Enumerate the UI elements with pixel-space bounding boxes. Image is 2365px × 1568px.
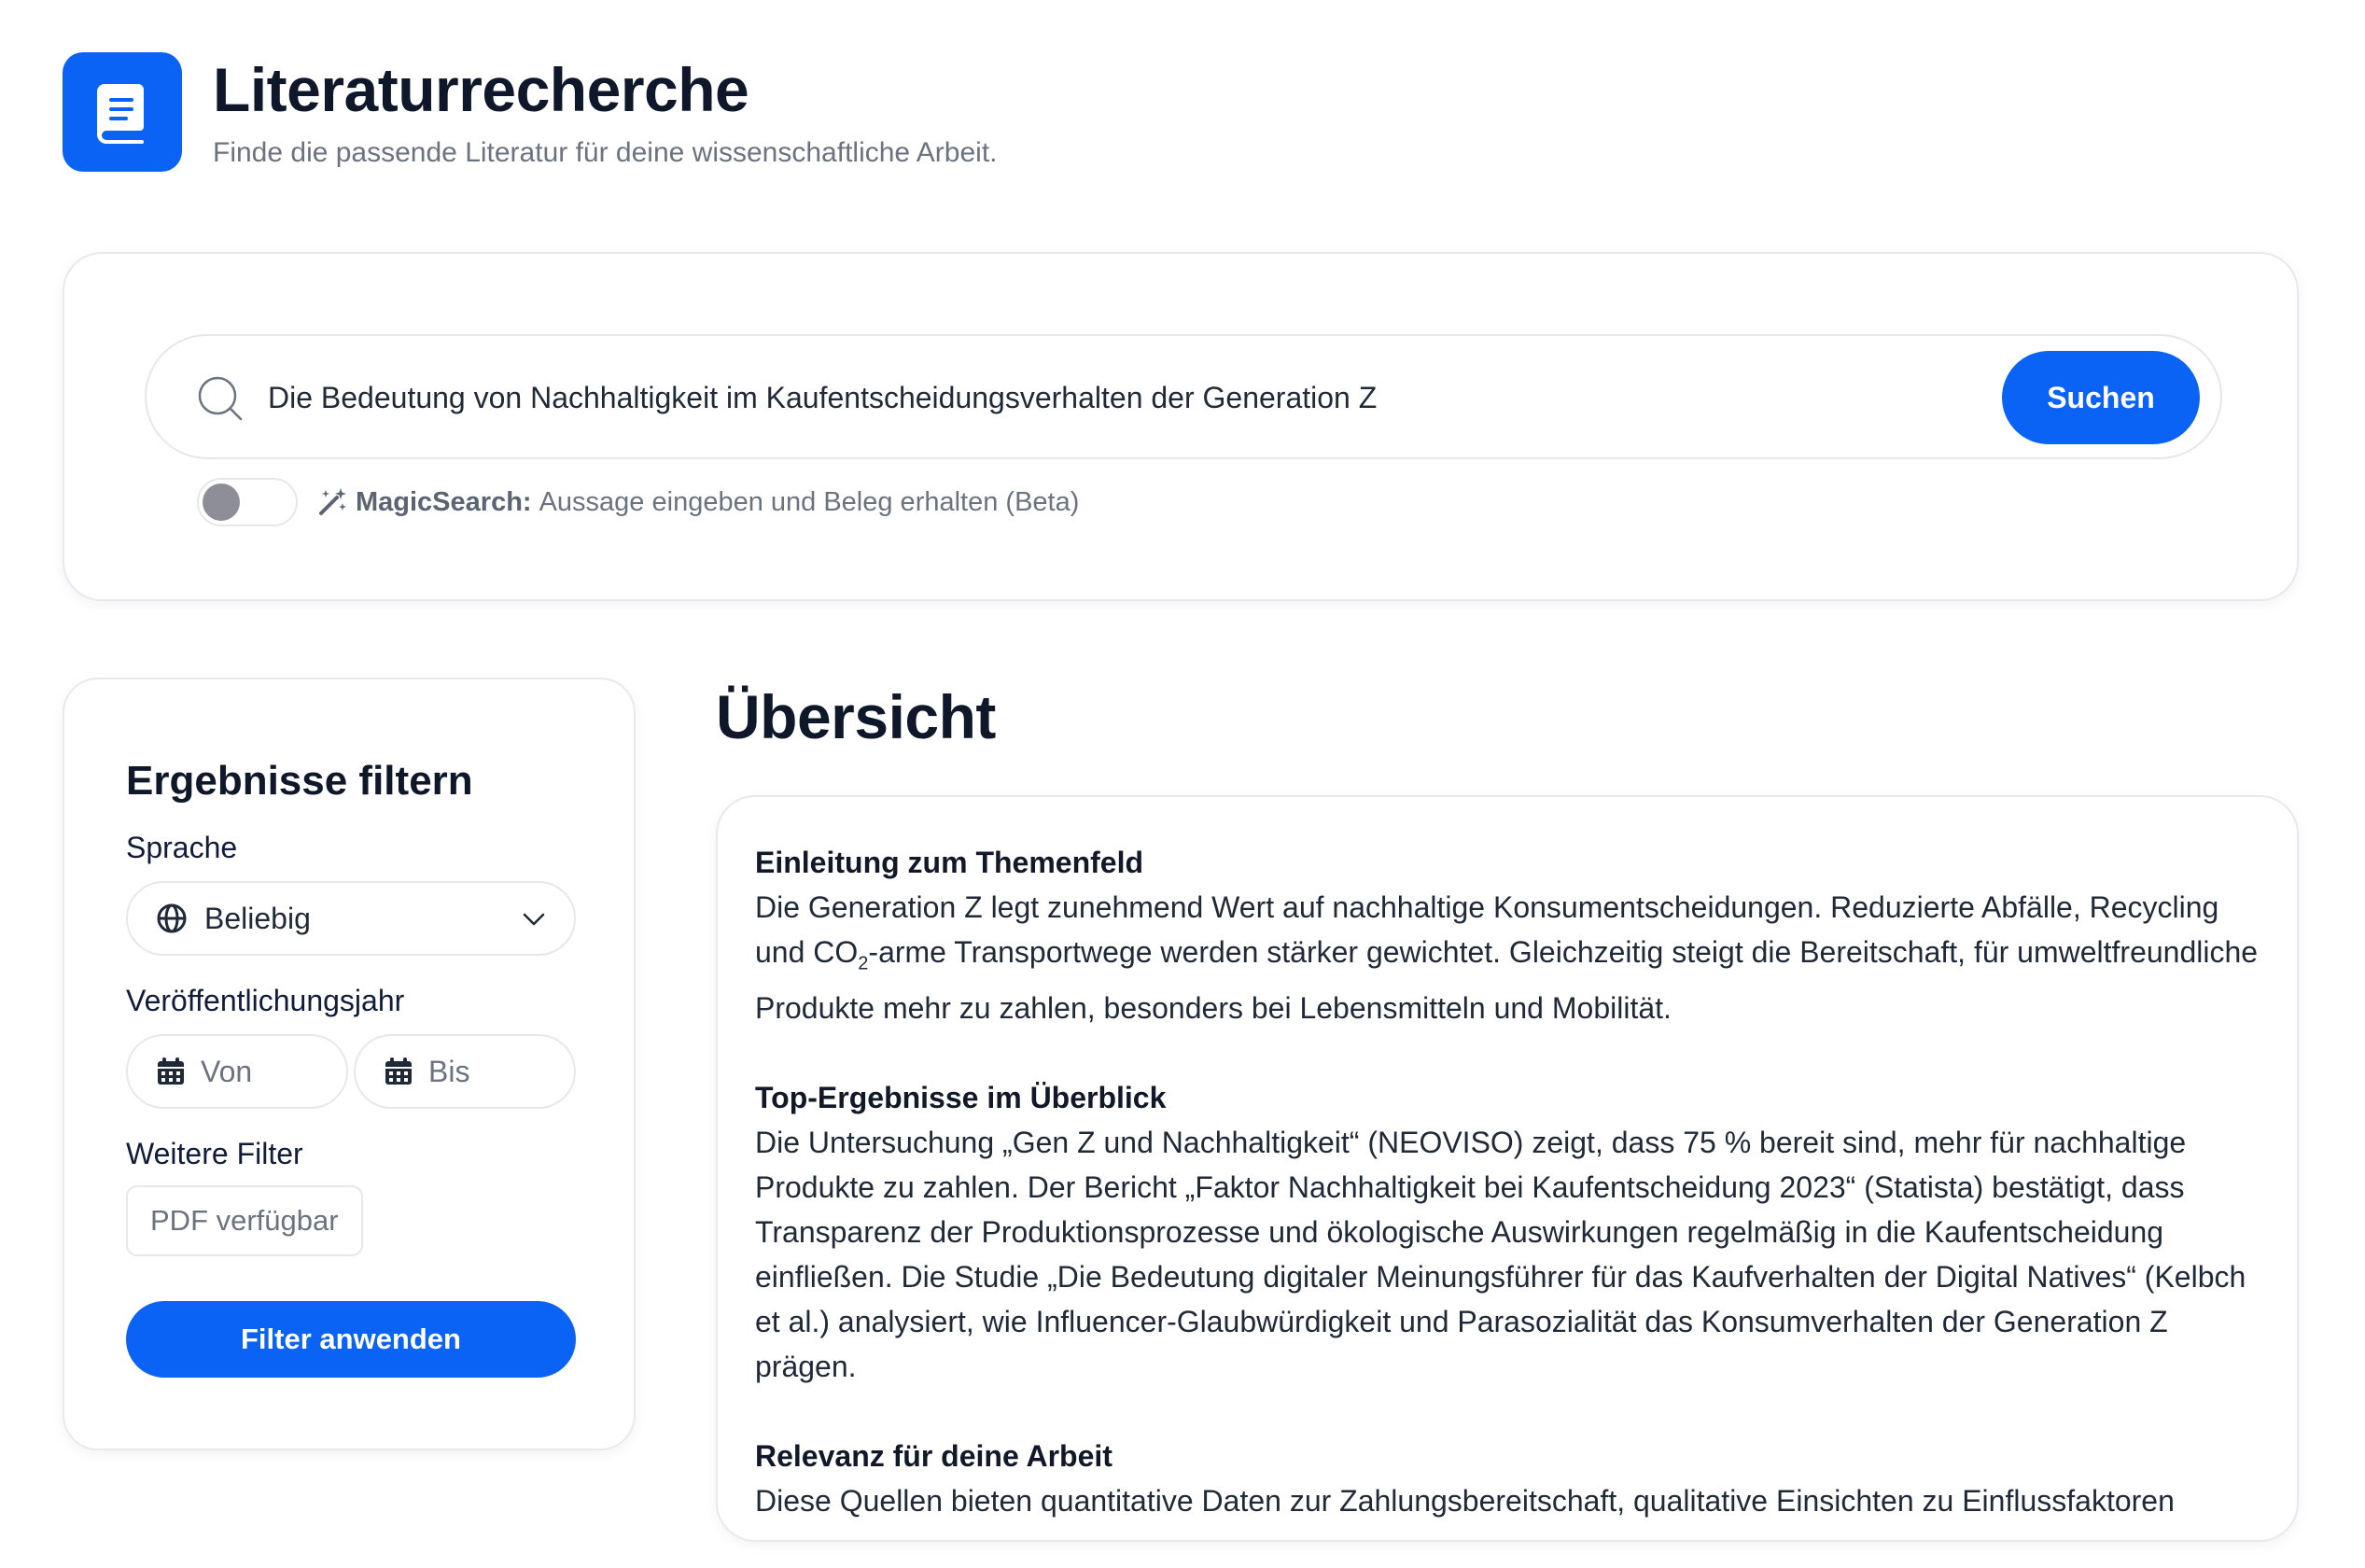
calendar-icon (385, 1057, 412, 1085)
year-label: Veröffentlichungsjahr (126, 984, 405, 1017)
page-title: Literaturrecherche (213, 55, 749, 124)
section-heading: Top-Ergebnisse im Überblick (755, 1081, 1167, 1115)
page-header: Literaturrecherche Finde die passende Li… (63, 52, 997, 172)
year-to-input[interactable] (428, 1054, 559, 1089)
calendar-icon (158, 1057, 184, 1085)
overview-content: Einleitung zum Themenfeld Die Generation… (755, 840, 2276, 1568)
globe-icon (157, 903, 187, 933)
pdf-available-chip[interactable]: PDF verfügbar (126, 1185, 363, 1256)
filter-title: Ergebnisse filtern (126, 758, 473, 804)
language-select[interactable]: Beliebig (126, 881, 576, 956)
magic-wand-icon (319, 488, 346, 515)
section-heading: Einleitung zum Themenfeld (755, 846, 1144, 879)
section-text: -arme Transportwege werden stärker gewic… (755, 935, 2259, 1026)
search-card: Suchen MagicSearch: Aussage eingeben und… (63, 252, 2299, 601)
more-filters-label: Weitere Filter (126, 1137, 303, 1170)
search-icon (198, 376, 243, 421)
section-body: Die Untersuchung „Gen Z und Nachhaltigke… (755, 1126, 2246, 1384)
magicsearch-description: Aussage eingeben und Beleg erhalten (Bet… (539, 486, 1080, 517)
search-input[interactable] (268, 368, 2041, 427)
overview-card: Einleitung zum Themenfeld Die Generation… (716, 795, 2299, 1542)
app-logo (63, 52, 182, 172)
year-from-field[interactable] (126, 1034, 348, 1109)
page-subtitle: Finde die passende Literatur für deine w… (213, 137, 998, 168)
apply-filters-button[interactable]: Filter anwenden (126, 1301, 576, 1378)
section-body: Diese Quellen bieten quantitative Daten … (755, 1484, 2175, 1519)
section-heading: Relevanz für deine Arbeit (755, 1439, 1113, 1474)
chevron-down-icon (523, 913, 545, 926)
year-to-field[interactable] (354, 1034, 576, 1109)
section-body: Die Generation Z legt zunehmend Wert auf… (755, 885, 2276, 1030)
toggle-knob (203, 483, 240, 521)
subscript-text: 2 (858, 953, 869, 974)
book-icon (97, 84, 144, 144)
magicsearch-row: MagicSearch: Aussage eingeben und Beleg … (197, 478, 1079, 526)
search-bar: Suchen (145, 334, 2222, 459)
magicsearch-label: MagicSearch: (356, 486, 532, 517)
year-from-input[interactable] (201, 1054, 331, 1089)
language-label: Sprache (126, 831, 238, 864)
search-button[interactable]: Suchen (2002, 351, 2200, 444)
overview-title: Übersicht (716, 682, 996, 751)
magicsearch-toggle[interactable] (197, 478, 298, 526)
filter-panel: Ergebnisse filtern Sprache Beliebig Verö… (63, 678, 636, 1450)
language-value: Beliebig (204, 901, 311, 935)
